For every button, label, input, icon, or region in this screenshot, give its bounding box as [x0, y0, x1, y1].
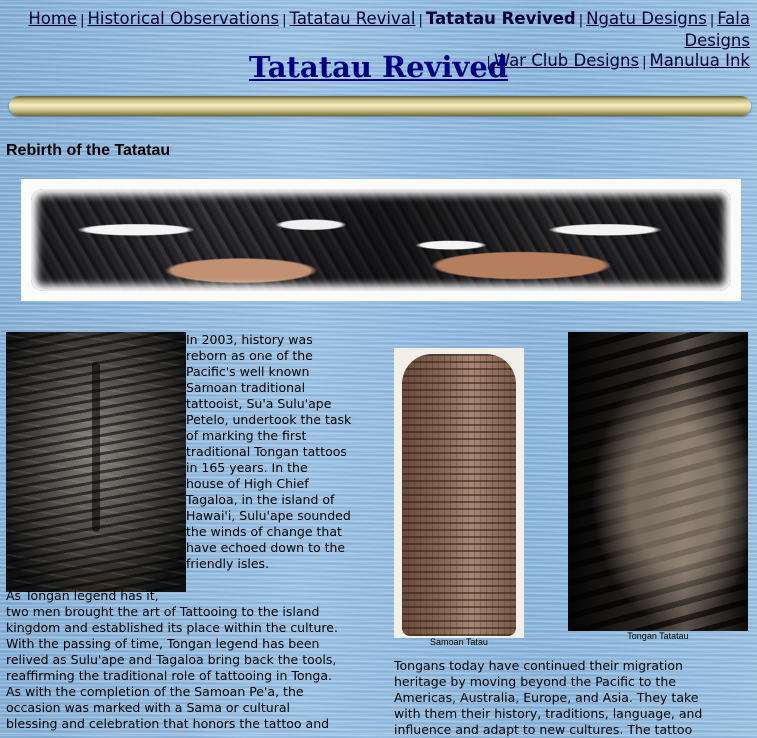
samoan-pea-legs: [402, 354, 516, 636]
tattooing-ceremony-banner-image: [21, 179, 741, 301]
tongan-tatatau-caption: Tongan Tatatau: [627, 631, 689, 641]
nav-separator: |: [80, 13, 85, 28]
gold-divider-bar: [9, 96, 751, 116]
nav-link-historical-observations[interactable]: Historical Observations: [87, 9, 279, 28]
nav-link-home[interactable]: Home: [28, 9, 77, 28]
nav-separator: |: [418, 13, 423, 28]
nav-current-tatatau-revived: Tatatau Revived: [425, 9, 576, 28]
samoan-tatau-caption: Samoan Tatau: [430, 637, 488, 647]
nav-link-tatatau-revival[interactable]: Tatatau Revival: [289, 9, 415, 28]
intro-paragraph: In 2003, history was reborn as one of th…: [186, 332, 352, 571]
nav-separator: |: [282, 13, 287, 28]
banner-photo: [31, 189, 731, 291]
tongan-tatatau-photo: [568, 332, 748, 631]
tattooed-legs-back-photo: [6, 332, 186, 592]
nav-separator: |: [578, 13, 584, 28]
page-title: Tatatau Revived: [248, 50, 509, 84]
nav-separator: |: [709, 13, 715, 28]
legend-paragraph: As Tongan legend has it, two men brought…: [6, 588, 338, 731]
nav-link-ngatu-designs[interactable]: Ngatu Designs: [586, 9, 707, 28]
samoan-tatau-photo: [394, 348, 524, 638]
migration-paragraph: Tongans today have continued their migra…: [394, 658, 703, 737]
section-heading: Rebirth of the Tatatau: [6, 142, 171, 159]
